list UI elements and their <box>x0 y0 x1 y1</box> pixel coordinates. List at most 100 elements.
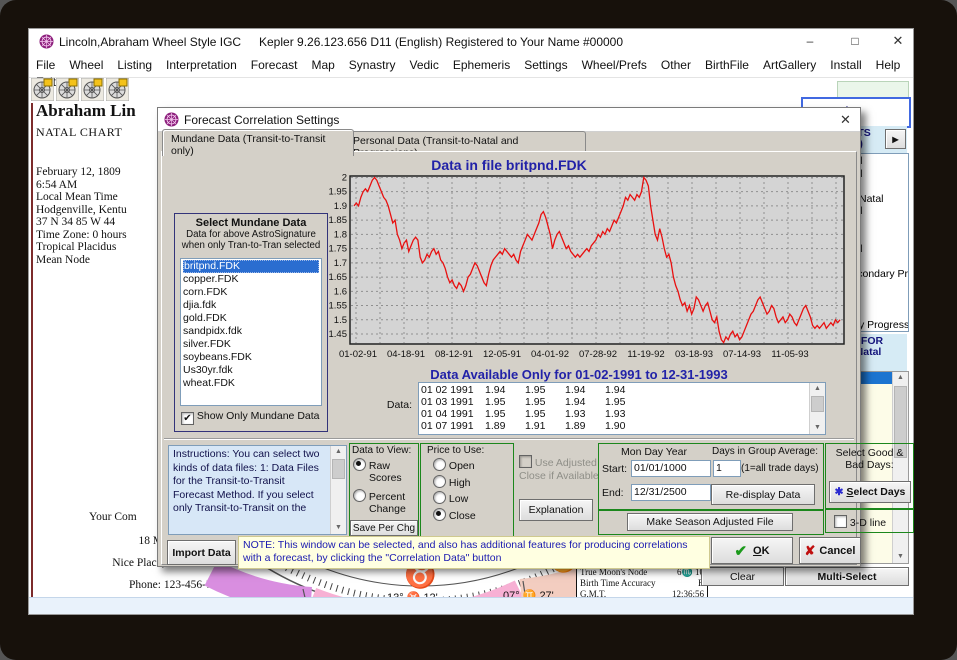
radio-raw-scores[interactable]: Raw Scores <box>350 456 418 484</box>
natal-detail-line: Time Zone: 0 hours <box>36 229 156 242</box>
show-mundane-checkbox[interactable]: ✔ Show Only Mundane Data <box>181 410 320 425</box>
data-label: Data: <box>354 399 412 411</box>
dialog-close-icon[interactable]: ✕ <box>840 112 851 128</box>
toolbar-wheel-icon-4[interactable] <box>106 78 129 101</box>
mon-day-year-label: Mon Day Year <box>621 446 687 458</box>
menu-item-settings[interactable]: Settings <box>517 55 574 72</box>
toolbar-wheel-icon-2[interactable] <box>56 78 79 101</box>
save-per-chg-button[interactable]: Save Per Chg <box>350 520 418 536</box>
menu-item-map[interactable]: Map <box>304 55 341 72</box>
make-season-button[interactable]: Make Season Adjusted File <box>627 513 793 531</box>
svg-text:11-05-93: 11-05-93 <box>771 349 808 360</box>
status-strip <box>29 597 913 614</box>
natal-detail-line: 6:54 AM <box>36 179 156 192</box>
season-group: Make Season Adjusted File <box>598 509 824 535</box>
close-button[interactable]: ✕ <box>889 33 907 49</box>
svg-text:1.9: 1.9 <box>334 201 347 212</box>
mundane-file-item[interactable]: djia.fdk <box>183 299 319 312</box>
svg-text:2: 2 <box>342 172 347 183</box>
svg-text:1.45: 1.45 <box>329 329 348 340</box>
good-bad-group: Select Good & Bad Days: ✱ Select Days <box>825 443 914 509</box>
menu-item-wheel[interactable]: Wheel <box>62 55 110 72</box>
start-date-input[interactable]: 01/01/1000 <box>631 460 711 477</box>
mundane-file-item[interactable]: corn.FDK <box>183 286 319 299</box>
scroll-up-icon: ▲ <box>331 447 346 457</box>
svg-text:1.7: 1.7 <box>334 258 347 269</box>
svg-text:1.75: 1.75 <box>329 244 348 255</box>
instructions-scrollbar[interactable]: ▲ ▼ <box>330 446 346 534</box>
use-adjusted-checkbox[interactable]: Use Adjusted Close if Available <box>519 455 599 483</box>
menu-item-file[interactable]: File <box>29 55 62 72</box>
mundane-file-item[interactable]: sandpidx.fdk <box>183 325 319 338</box>
charts-expand-button[interactable]: ▶ <box>885 129 906 149</box>
window-title: Lincoln,Abraham Wheel Style IGC <box>59 35 241 49</box>
window-subtitle: Kepler 9.26.123.656 D11 (English) Regist… <box>259 35 623 49</box>
ok-button[interactable]: ✔ OK <box>711 537 793 564</box>
radio-price-low[interactable]: Low <box>433 491 513 508</box>
data-to-view-label: Data to View: <box>350 444 418 456</box>
line3d-group: 3-D line <box>825 509 914 533</box>
select-mundane-panel: Select Mundane Data Data for above Astro… <box>174 213 328 432</box>
mundane-file-item[interactable]: gold.FDK <box>183 312 319 325</box>
radio-price-high[interactable]: High <box>433 475 513 492</box>
instructions-box[interactable]: Instructions: You can select two kinds o… <box>168 445 347 535</box>
good-bad-label-2: Bad Days: <box>826 459 913 471</box>
line3d-checkbox[interactable]: 3-D line <box>826 510 913 529</box>
screenshot-frame: Lincoln,Abraham Wheel Style IGC Kepler 9… <box>0 0 957 660</box>
price-to-use-label: Price to Use: <box>421 444 513 456</box>
menu-item-birthfile[interactable]: BirthFile <box>698 55 756 72</box>
svg-text:11-19-92: 11-19-92 <box>627 349 664 360</box>
menu-item-synastry[interactable]: Synastry <box>342 55 403 72</box>
data-listbox[interactable]: 01 02 19911.941.951.941.9401 03 19911.95… <box>418 382 826 435</box>
radio-icon <box>433 475 446 488</box>
mundane-file-item[interactable]: wheat.FDK <box>183 377 319 390</box>
cancel-label: Cancel <box>819 545 855 557</box>
mundane-file-item[interactable]: Us30yr.fdk <box>183 364 319 377</box>
natal-detail-lines: February 12, 18096:54 AMLocal Mean TimeH… <box>36 166 156 266</box>
days-group-input[interactable]: 1 <box>713 460 741 477</box>
mundane-file-item[interactable]: soybeans.FDK <box>183 351 319 364</box>
menu-item-wheelprefs[interactable]: Wheel/Prefs <box>575 55 654 72</box>
app-titlebar: Lincoln,Abraham Wheel Style IGC Kepler 9… <box>29 29 913 55</box>
toolbar-wheel-icon-3[interactable] <box>81 78 104 101</box>
natal-detail-line: Local Mean Time <box>36 191 156 204</box>
menu-item-other[interactable]: Other <box>654 55 698 72</box>
mundane-file-list[interactable]: britpnd.FDKcopper.FDKcorn.FDKdjia.fdkgol… <box>180 258 322 406</box>
redisplay-data-button[interactable]: Re-display Data <box>711 484 815 505</box>
end-date-input[interactable]: 12/31/2500 <box>631 484 711 501</box>
menu-item-artgallery[interactable]: ArtGallery <box>756 55 823 72</box>
multi-select-button[interactable]: Multi-Select <box>785 567 909 586</box>
select-days-button[interactable]: ✱ Select Days <box>829 481 911 503</box>
explanation-button[interactable]: Explanation <box>519 499 593 521</box>
clear-button[interactable]: Clear <box>701 567 784 586</box>
import-data-button[interactable]: Import Data <box>167 540 236 565</box>
checkbox-unchecked-icon <box>834 515 847 528</box>
toolbar-wheel-icon-1[interactable] <box>31 78 54 101</box>
svg-text:1.95: 1.95 <box>329 187 348 198</box>
natal-detail-line: February 12, 1809 <box>36 166 156 179</box>
data-list-scrollbar[interactable]: ▲ ▼ <box>809 383 825 434</box>
data-available-title: Data Available Only for 01-02-1991 to 12… <box>302 367 856 382</box>
menu-item-interpretation[interactable]: Interpretation <box>159 55 244 72</box>
minimize-button[interactable]: – <box>801 33 819 49</box>
cancel-button[interactable]: ✘ Cancel <box>799 537 861 564</box>
menu-item-forecast[interactable]: Forecast <box>244 55 305 72</box>
menu-item-ephemeris[interactable]: Ephemeris <box>446 55 517 72</box>
mundane-file-item[interactable]: silver.FDK <box>183 338 319 351</box>
maximize-button[interactable]: □ <box>846 33 864 49</box>
instructions-text: Instructions: You can select two kinds o… <box>169 446 346 518</box>
radio-price-close[interactable]: Close <box>433 508 513 525</box>
tab-mundane-data[interactable]: Mundane Data (Transit-to-Transit only) <box>162 129 354 156</box>
menu-item-vedic[interactable]: Vedic <box>402 55 445 72</box>
menu-item-help[interactable]: Help <box>869 55 908 72</box>
svg-text:04-18-91: 04-18-91 <box>387 349 425 360</box>
mundane-file-item[interactable]: copper.FDK <box>183 273 319 286</box>
date-range-group: Mon Day Year Start: 01/01/1000 End: 12/3… <box>598 443 824 511</box>
menu-item-listing[interactable]: Listing <box>110 55 159 72</box>
mundane-file-item[interactable]: britpnd.FDK <box>183 260 319 273</box>
radio-price-open[interactable]: Open <box>433 458 513 475</box>
checkbox-disabled-icon <box>519 455 532 468</box>
radio-percent-change[interactable]: Percent Change <box>350 484 418 515</box>
price-to-use-group: Price to Use: Open High Low Close <box>420 443 514 537</box>
menu-item-install[interactable]: Install <box>823 55 868 72</box>
